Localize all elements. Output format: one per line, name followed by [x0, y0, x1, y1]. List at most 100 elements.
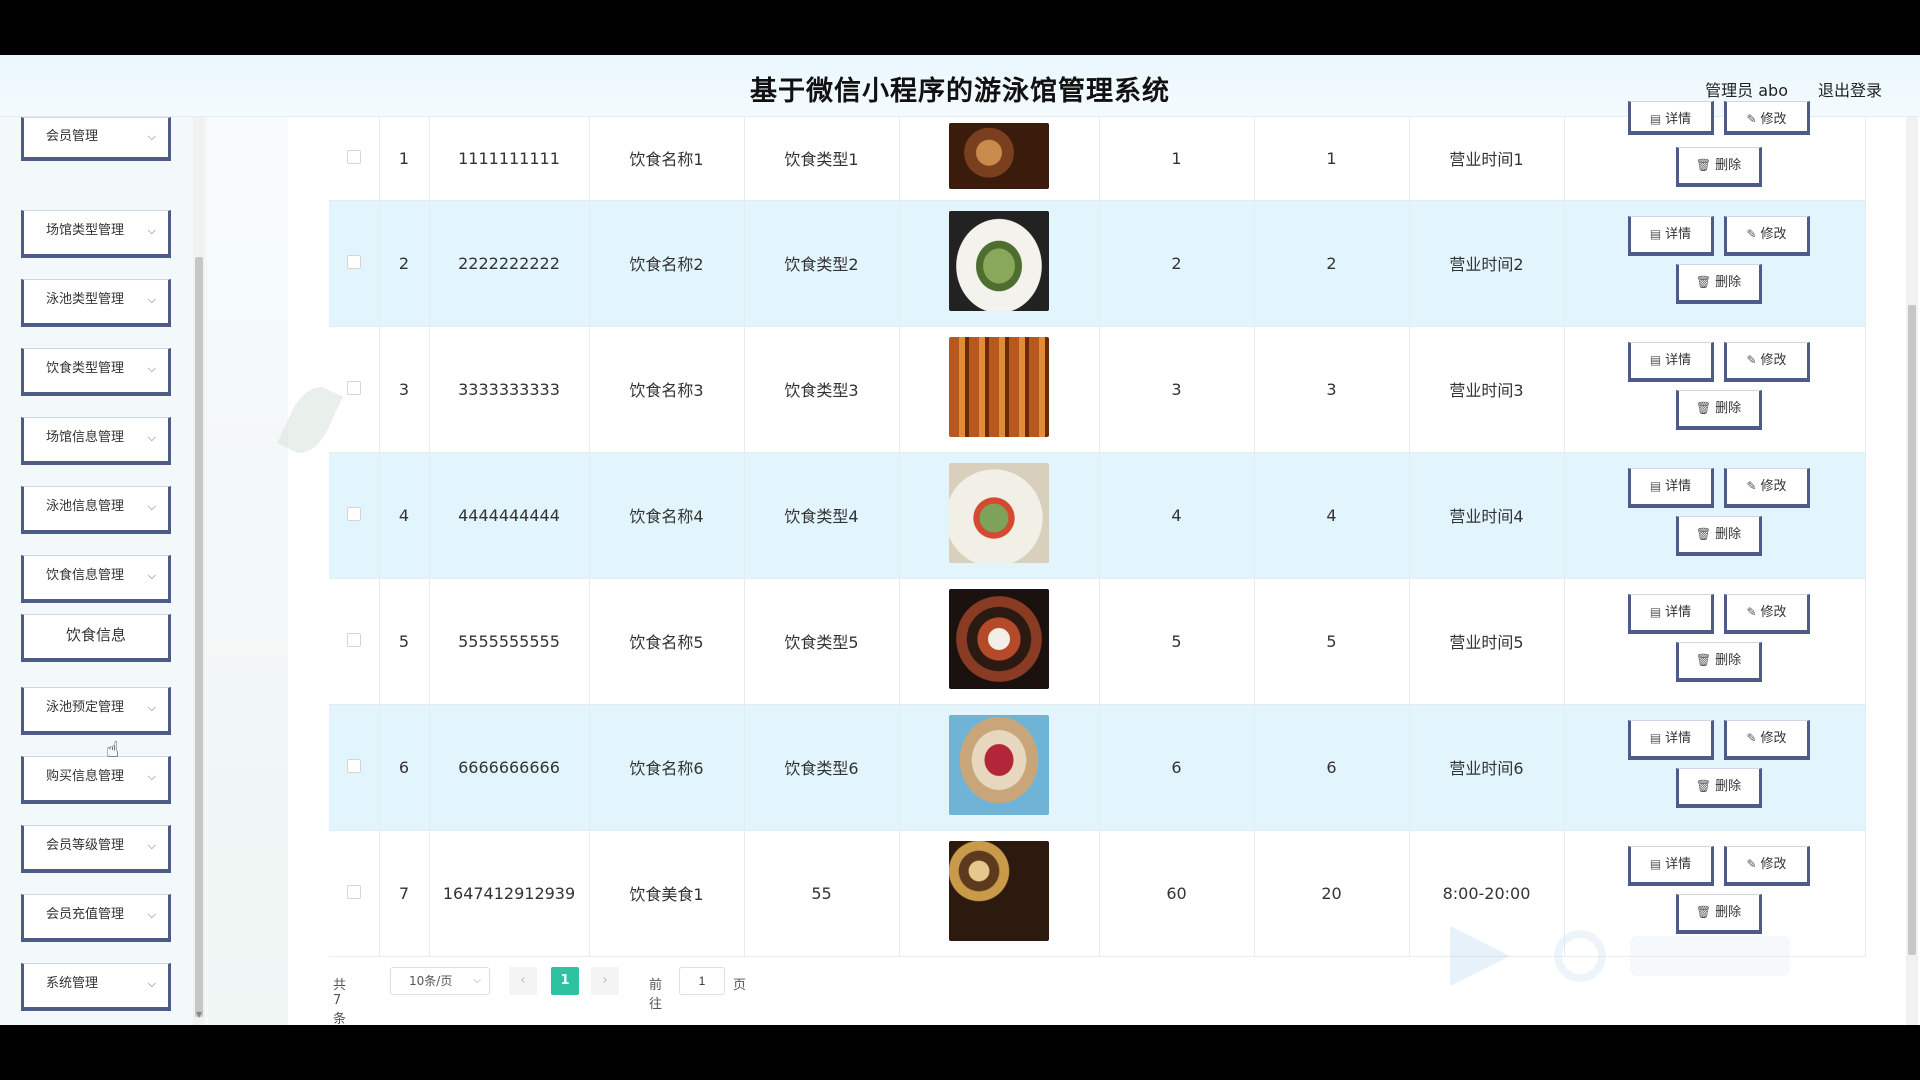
sidebar-item-label: 购买信息管理 — [46, 769, 125, 784]
detail-button[interactable]: ▤ 详情 — [1627, 342, 1714, 382]
edit-button[interactable]: ✎ 修改 — [1723, 342, 1810, 382]
chevron-down-icon: ⌵ — [147, 500, 156, 513]
trash-icon: 🗑 — [1695, 653, 1712, 667]
business-hours: 营业时间1 — [1409, 117, 1565, 201]
sidebar-item-food-type[interactable]: 饮食类型管理 ⌵ — [21, 348, 171, 396]
food-name: 饮食名称4 — [589, 452, 745, 579]
sidebar-item-member-recharge[interactable]: 会员充值管理 ⌵ — [21, 894, 171, 942]
business-hours: 营业时间5 — [1409, 578, 1565, 705]
chevron-down-icon: ⌵ — [147, 130, 156, 143]
table-row: 2 2222222222 饮食名称2 饮食类型2 2 2 营业时间2 ▤ 详情 ✎ 修改 🗑 删除 — [329, 200, 1866, 327]
edit-button[interactable]: ✎ 修改 — [1723, 468, 1810, 508]
detail-button[interactable]: ▤ 详情 — [1627, 101, 1714, 136]
row-checkbox[interactable] — [346, 884, 361, 899]
detail-button[interactable]: ▤ 详情 — [1627, 216, 1714, 256]
delete-button[interactable]: 🗑 删除 — [1675, 390, 1762, 430]
row-checkbox[interactable] — [346, 149, 361, 164]
detail-button[interactable]: ▤ 详情 — [1627, 720, 1714, 760]
food-name: 饮食名称1 — [589, 117, 745, 201]
row-actions: ▤ 详情 ✎ 修改 🗑 删除 — [1564, 704, 1866, 831]
food-type: 饮食类型1 — [744, 117, 900, 201]
sidebar-item-label: 系统管理 — [46, 976, 99, 991]
food-code: 1647412912939 — [429, 830, 590, 957]
chevron-down-icon: ⌵ — [147, 224, 156, 237]
pencil-icon: ✎ — [1746, 479, 1757, 493]
trash-icon: 🗑 — [1695, 275, 1712, 289]
value-col-1: 5 — [1099, 578, 1255, 705]
value-col-1: 2 — [1099, 200, 1255, 327]
business-hours: 营业时间4 — [1409, 452, 1565, 579]
sidebar-item-member-level[interactable]: 会员等级管理 ⌵ — [21, 825, 171, 873]
pencil-icon: ✎ — [1746, 227, 1757, 241]
sidebar-item-venue-type[interactable]: 场馆类型管理 ⌵ — [21, 210, 171, 258]
detail-button[interactable]: ▤ 详情 — [1627, 846, 1714, 886]
detail-button[interactable]: ▤ 详情 — [1627, 594, 1714, 634]
sidebar-item-label: 场馆类型管理 — [46, 223, 125, 238]
chevron-down-icon: ⌵ — [147, 770, 156, 783]
delete-button[interactable]: 🗑 删除 — [1675, 264, 1762, 304]
row-checkbox[interactable] — [346, 380, 361, 395]
logout-link[interactable]: 退出登录 — [1818, 77, 1882, 101]
action-buttons: ▤ 详情 ✎ 修改 🗑 删除 — [1620, 334, 1810, 444]
row-checkbox-cell — [329, 326, 380, 453]
sidebar-item-member[interactable]: 会员管理 ⌵ — [21, 117, 171, 161]
edit-button[interactable]: ✎ 修改 — [1723, 720, 1810, 760]
food-image-cell — [899, 200, 1100, 327]
row-checkbox[interactable] — [346, 506, 361, 521]
page-size-select[interactable]: 10条/页 ⌵ — [390, 967, 490, 995]
sidebar-item-venue-info[interactable]: 场馆信息管理 ⌵ — [21, 417, 171, 465]
food-code: 3333333333 — [429, 326, 590, 453]
sidebar-item-pool-booking[interactable]: 泳池预定管理 ⌵ — [21, 687, 171, 735]
row-index: 3 — [379, 326, 430, 453]
action-buttons: ▤ 详情 ✎ 修改 🗑 删除 — [1620, 460, 1810, 570]
sidebar-item-purchase[interactable]: 购买信息管理 ⌵ — [21, 756, 171, 804]
row-checkbox[interactable] — [346, 632, 361, 647]
food-name: 饮食名称3 — [589, 326, 745, 453]
sidebar-item-system[interactable]: 系统管理 ⌵ — [21, 963, 171, 1011]
row-checkbox-cell — [329, 117, 380, 201]
sidebar-item-label: 场馆信息管理 — [46, 430, 125, 445]
page-number-current[interactable]: 1 — [551, 967, 579, 995]
scroll-down-arrow-icon[interactable]: ▼ — [196, 1010, 202, 1019]
table-row: 4 4444444444 饮食名称4 饮食类型4 4 4 营业时间4 ▤ 详情 ✎ 修改 🗑 删除 — [329, 452, 1866, 579]
next-page-button[interactable]: › — [591, 967, 619, 995]
delete-button[interactable]: 🗑 删除 — [1675, 147, 1762, 188]
content-scrollbar-thumb[interactable] — [1908, 305, 1916, 955]
goto-page-input[interactable] — [679, 967, 725, 995]
detail-button[interactable]: ▤ 详情 — [1627, 468, 1714, 508]
trash-icon: 🗑 — [1695, 905, 1712, 919]
pencil-icon: ✎ — [1746, 731, 1757, 745]
sidebar-scrollbar-thumb[interactable] — [195, 257, 203, 1017]
edit-button[interactable]: ✎ 修改 — [1723, 216, 1810, 256]
delete-button[interactable]: 🗑 删除 — [1675, 768, 1762, 808]
sidebar-subitem-food-info[interactable]: 饮食信息 — [21, 614, 171, 662]
sidebar-item-food-info[interactable]: 饮食信息管理 ⌵ — [21, 555, 171, 603]
row-checkbox[interactable] — [346, 758, 361, 773]
value-col-1: 3 — [1099, 326, 1255, 453]
edit-button[interactable]: ✎ 修改 — [1723, 594, 1810, 634]
app-window: 基于微信小程序的游泳馆管理系统 管理员 abo 退出登录 会员管理 ⌵ 场馆类型管… — [0, 55, 1920, 1025]
food-image — [949, 463, 1049, 563]
row-checkbox[interactable] — [346, 254, 361, 269]
food-code: 1111111111 — [429, 117, 590, 201]
edit-button[interactable]: ✎ 修改 — [1723, 101, 1810, 136]
food-type: 55 — [744, 830, 900, 957]
current-user: 管理员 abo — [1705, 81, 1788, 100]
goto-label: 前往 — [649, 978, 663, 1012]
document-icon: ▤ — [1649, 112, 1662, 127]
row-index: 1 — [379, 117, 430, 201]
row-actions: ▤ 详情 ✎ 修改 🗑 删除 — [1564, 578, 1866, 705]
sidebar-item-pool-type[interactable]: 泳池类型管理 ⌵ — [21, 279, 171, 327]
delete-button[interactable]: 🗑 删除 — [1675, 642, 1762, 682]
trash-icon: 🗑 — [1695, 401, 1712, 415]
value-col-2: 5 — [1254, 578, 1410, 705]
delete-button[interactable]: 🗑 删除 — [1675, 516, 1762, 556]
edit-button[interactable]: ✎ 修改 — [1723, 846, 1810, 886]
row-actions: ▤ 详情 ✎ 修改 🗑 删除 — [1564, 200, 1866, 327]
value-col-1: 1 — [1099, 117, 1255, 201]
sidebar-item-pool-info[interactable]: 泳池信息管理 ⌵ — [21, 486, 171, 534]
prev-page-button[interactable]: ‹ — [509, 967, 537, 995]
sidebar-item-label: 会员充值管理 — [46, 907, 125, 922]
food-code: 6666666666 — [429, 704, 590, 831]
value-col-2: 2 — [1254, 200, 1410, 327]
